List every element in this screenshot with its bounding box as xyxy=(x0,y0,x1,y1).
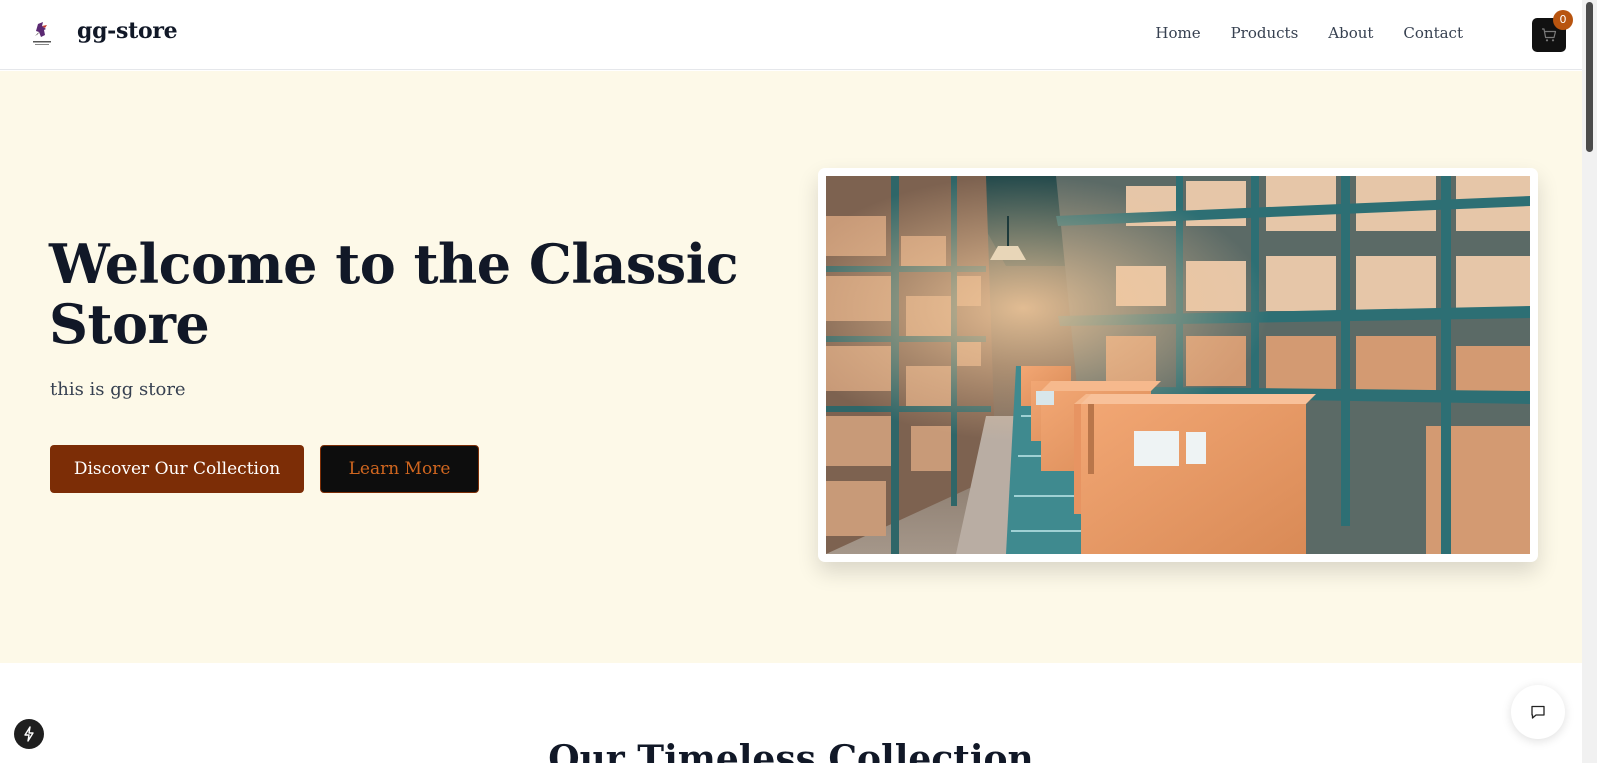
nav-home[interactable]: Home xyxy=(1155,24,1200,42)
learn-more-button[interactable]: Learn More xyxy=(320,445,479,493)
chat-bubble-icon xyxy=(1531,705,1545,719)
discover-collection-button[interactable]: Discover Our Collection xyxy=(50,445,304,493)
hero-section: Welcome to the Classic Store this is gg … xyxy=(0,71,1582,663)
cart-button[interactable]: 0 xyxy=(1532,10,1573,52)
main-nav: Home Products About Contact xyxy=(1155,24,1463,42)
warehouse-photo xyxy=(826,176,1530,554)
shopping-cart-icon xyxy=(1542,28,1557,42)
page-scrollbar[interactable] xyxy=(1582,0,1597,763)
hero-title: Welcome to the Classic Store xyxy=(49,232,739,356)
scrollbar-thumb[interactable] xyxy=(1586,2,1593,152)
nav-about[interactable]: About xyxy=(1328,24,1373,42)
nav-products[interactable]: Products xyxy=(1231,24,1299,42)
nav-contact[interactable]: Contact xyxy=(1403,24,1463,42)
dev-tools-widget[interactable] xyxy=(14,719,44,749)
hero-image-card xyxy=(818,168,1538,562)
chat-button[interactable] xyxy=(1511,685,1565,739)
cart-count-badge: 0 xyxy=(1553,10,1573,30)
bird-logo-icon[interactable] xyxy=(30,20,54,48)
collection-section-title: Our Timeless Collection xyxy=(548,738,1034,763)
lightning-icon xyxy=(24,726,34,742)
hero-subtitle: this is gg store xyxy=(50,379,186,400)
brand-name[interactable]: gg-store xyxy=(77,18,178,44)
site-header: gg-store Home Products About Contact 0 xyxy=(0,0,1582,70)
